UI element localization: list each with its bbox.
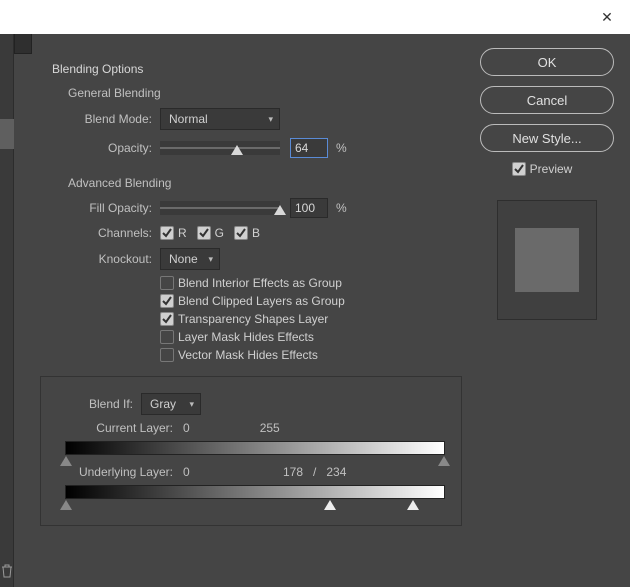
blend-mode-label: Blend Mode: xyxy=(22,112,152,126)
options-content: Blending Options General Blending Blend … xyxy=(22,34,468,587)
current-white-slider[interactable] xyxy=(438,456,450,466)
layer-mask-hides-checkbox[interactable]: Layer Mask Hides Effects xyxy=(160,330,458,344)
close-button[interactable]: ✕ xyxy=(598,8,616,26)
opacity-thumb[interactable] xyxy=(231,145,243,155)
blend-if-group: Blend If: Gray ▾ Current Layer: 0 255 xyxy=(40,376,462,526)
underlying-white-slider-a[interactable] xyxy=(324,500,336,510)
general-blending-title: General Blending xyxy=(68,86,468,100)
percent-sign: % xyxy=(336,201,347,215)
blend-if-value: Gray xyxy=(150,397,176,411)
current-layer-lo: 0 xyxy=(183,421,190,435)
channel-b-checkbox[interactable]: B xyxy=(234,226,260,240)
underlying-black-slider[interactable] xyxy=(60,500,72,510)
underlying-white-slider-b[interactable] xyxy=(407,500,419,510)
blend-clipped-label: Blend Clipped Layers as Group xyxy=(178,294,345,308)
ok-button[interactable]: OK xyxy=(480,48,614,76)
chevron-down-icon: ▾ xyxy=(268,114,273,125)
preview-label: Preview xyxy=(530,162,573,176)
knockout-label: Knockout: xyxy=(22,252,152,266)
opacity-slider[interactable] xyxy=(160,141,280,155)
advanced-blending-title: Advanced Blending xyxy=(68,176,468,190)
vector-mask-hides-checkbox[interactable]: Vector Mask Hides Effects xyxy=(160,348,458,362)
channel-g-label: G xyxy=(215,226,224,240)
selected-style-strip xyxy=(0,119,14,149)
dialog-buttons: OK Cancel New Style... Preview xyxy=(472,34,622,320)
transparency-shapes-checkbox[interactable]: Transparency Shapes Layer xyxy=(160,312,458,326)
percent-sign: % xyxy=(336,141,347,155)
chevron-down-icon: ▾ xyxy=(208,254,213,265)
new-style-button[interactable]: New Style... xyxy=(480,124,614,152)
channel-g-checkbox[interactable]: G xyxy=(197,226,224,240)
preview-swatch-frame xyxy=(497,200,597,320)
blend-interior-label: Blend Interior Effects as Group xyxy=(178,276,342,290)
preview-swatch xyxy=(515,228,579,292)
fill-opacity-input[interactable]: 100 xyxy=(290,198,328,218)
underlying-lo: 0 xyxy=(183,465,283,479)
trash-icon[interactable] xyxy=(0,563,14,579)
opacity-label: Opacity: xyxy=(22,141,152,155)
cancel-button[interactable]: Cancel xyxy=(480,86,614,114)
section-title: Blending Options xyxy=(52,62,468,76)
channels-label: Channels: xyxy=(22,226,152,240)
current-layer-label: Current Layer: xyxy=(53,421,173,435)
channel-b-label: B xyxy=(252,226,260,240)
underlying-layer-label: Underlying Layer: xyxy=(53,465,173,479)
styles-list-gutter xyxy=(0,34,14,587)
fill-opacity-thumb[interactable] xyxy=(274,205,286,215)
layer-mask-hides-label: Layer Mask Hides Effects xyxy=(178,330,314,344)
vector-mask-hides-label: Vector Mask Hides Effects xyxy=(178,348,318,362)
knockout-dropdown[interactable]: None ▾ xyxy=(160,248,220,270)
underlying-hi-b: 234 xyxy=(326,465,346,479)
current-layer-hi: 255 xyxy=(260,421,280,435)
knockout-value: None xyxy=(169,252,198,266)
blend-if-dropdown[interactable]: Gray ▾ xyxy=(141,393,201,415)
channel-r-label: R xyxy=(178,226,187,240)
panel: Blending Options General Blending Blend … xyxy=(0,34,630,587)
blend-mode-dropdown[interactable]: Normal ▾ xyxy=(160,108,280,130)
transparency-shapes-label: Transparency Shapes Layer xyxy=(178,312,328,326)
fill-opacity-label: Fill Opacity: xyxy=(22,201,152,215)
current-layer-gradient[interactable] xyxy=(65,441,445,455)
opacity-input[interactable]: 64 xyxy=(290,138,328,158)
underlying-layer-gradient[interactable] xyxy=(65,485,445,499)
close-icon: ✕ xyxy=(601,10,613,24)
fill-opacity-slider[interactable] xyxy=(160,201,280,215)
channel-r-checkbox[interactable]: R xyxy=(160,226,187,240)
titlebar: ✕ xyxy=(0,0,630,34)
blend-clipped-checkbox[interactable]: Blend Clipped Layers as Group xyxy=(160,294,458,308)
layer-style-dialog: ✕ Blending Options General Blending Blen… xyxy=(0,0,630,587)
blend-interior-checkbox[interactable]: Blend Interior Effects as Group xyxy=(160,276,458,290)
slash: / xyxy=(313,465,316,479)
chevron-down-icon: ▾ xyxy=(189,399,194,410)
underlying-hi-a: 178 xyxy=(283,465,303,479)
current-black-slider[interactable] xyxy=(60,456,72,466)
preview-checkbox[interactable]: Preview xyxy=(512,162,573,176)
blend-mode-value: Normal xyxy=(169,112,208,126)
blend-if-label: Blend If: xyxy=(53,397,133,411)
